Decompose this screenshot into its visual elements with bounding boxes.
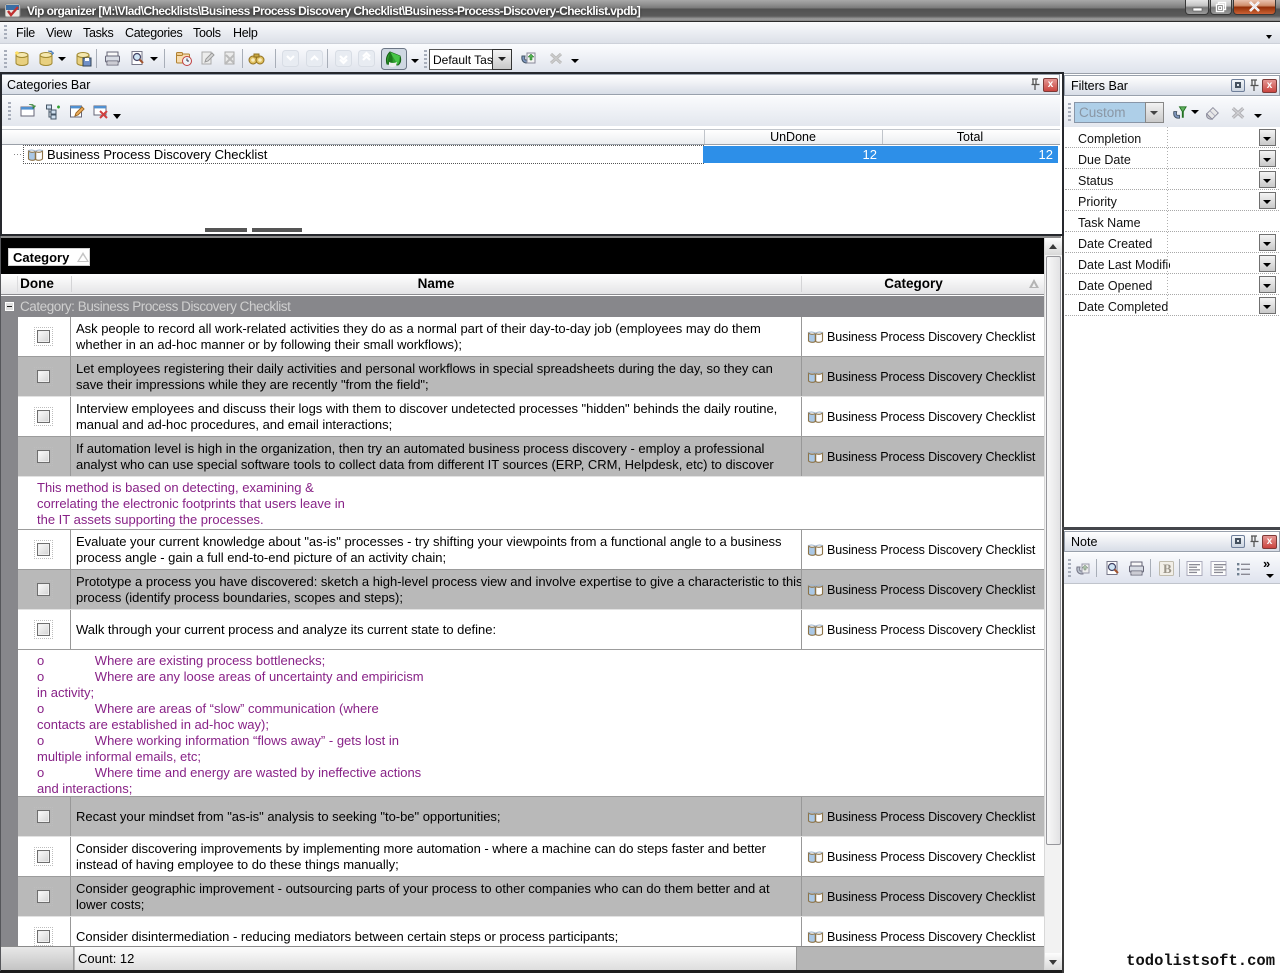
svg-text:B: B: [1163, 561, 1172, 576]
